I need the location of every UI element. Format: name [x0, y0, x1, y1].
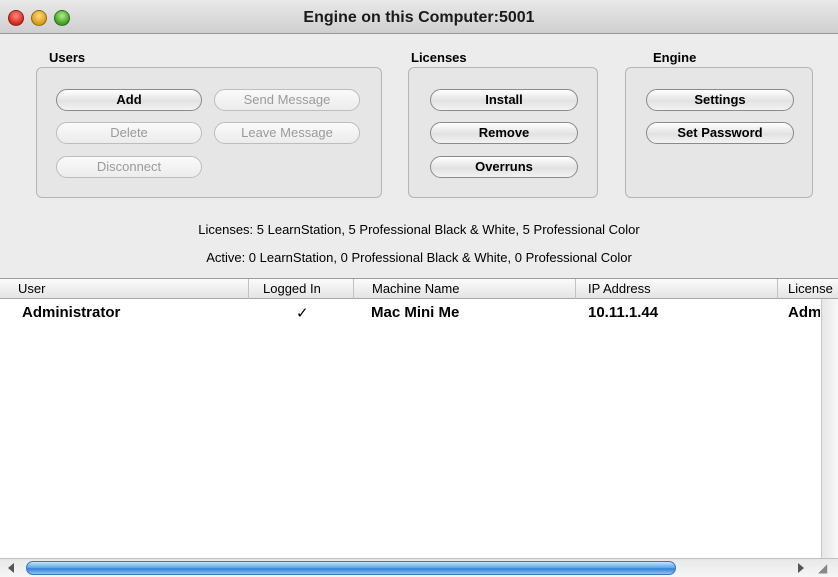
- active-summary: Active: 0 LearnStation, 0 Professional B…: [206, 250, 632, 265]
- licenses-summary: Licenses: 5 LearnStation, 5 Professional…: [198, 222, 640, 237]
- main-window: Engine on this Computer:5001 Users Add S…: [0, 0, 838, 577]
- window-title: Engine on this Computer:5001: [303, 9, 535, 26]
- users-group-label: Users: [49, 50, 86, 65]
- cell-ip-address: 10.11.1.44: [588, 304, 659, 321]
- cell-license: Adm: [788, 304, 820, 321]
- horizontal-scrollbar[interactable]: ◢: [0, 558, 838, 577]
- table-header: User Logged In Machine Name IP Address L…: [0, 279, 838, 299]
- column-header-machine-name[interactable]: Machine Name: [354, 279, 576, 299]
- licenses-group-label: Licenses: [411, 50, 467, 65]
- cell-user: Administrator: [22, 304, 121, 321]
- leave-message-button[interactable]: Leave Message: [214, 122, 360, 144]
- column-header-logged-in[interactable]: Logged In: [249, 279, 354, 299]
- disconnect-button[interactable]: Disconnect: [56, 156, 202, 178]
- add-user-button[interactable]: Add: [56, 89, 202, 111]
- resize-grip-icon[interactable]: ◢: [818, 561, 834, 575]
- set-password-button[interactable]: Set Password: [646, 122, 794, 144]
- scroll-right-icon[interactable]: [798, 563, 804, 573]
- column-header-ip-address[interactable]: IP Address: [576, 279, 778, 299]
- title-bar[interactable]: Engine on this Computer:5001: [0, 0, 838, 34]
- column-header-license[interactable]: License: [778, 279, 838, 299]
- column-header-user[interactable]: User: [0, 279, 249, 299]
- remove-button[interactable]: Remove: [430, 122, 578, 144]
- users-table[interactable]: User Logged In Machine Name IP Address L…: [0, 278, 838, 559]
- settings-button[interactable]: Settings: [646, 89, 794, 111]
- install-button[interactable]: Install: [430, 89, 578, 111]
- delete-user-button[interactable]: Delete: [56, 122, 202, 144]
- engine-group-label: Engine: [653, 50, 697, 65]
- logged-in-check-icon: ✓: [296, 305, 309, 322]
- overruns-button[interactable]: Overruns: [430, 156, 578, 178]
- cell-machine-name: Mac Mini Me: [371, 304, 460, 321]
- send-message-button[interactable]: Send Message: [214, 89, 360, 111]
- scroll-left-icon[interactable]: [8, 563, 14, 573]
- scroll-thumb[interactable]: [26, 561, 676, 575]
- vertical-scrollbar[interactable]: [821, 299, 838, 559]
